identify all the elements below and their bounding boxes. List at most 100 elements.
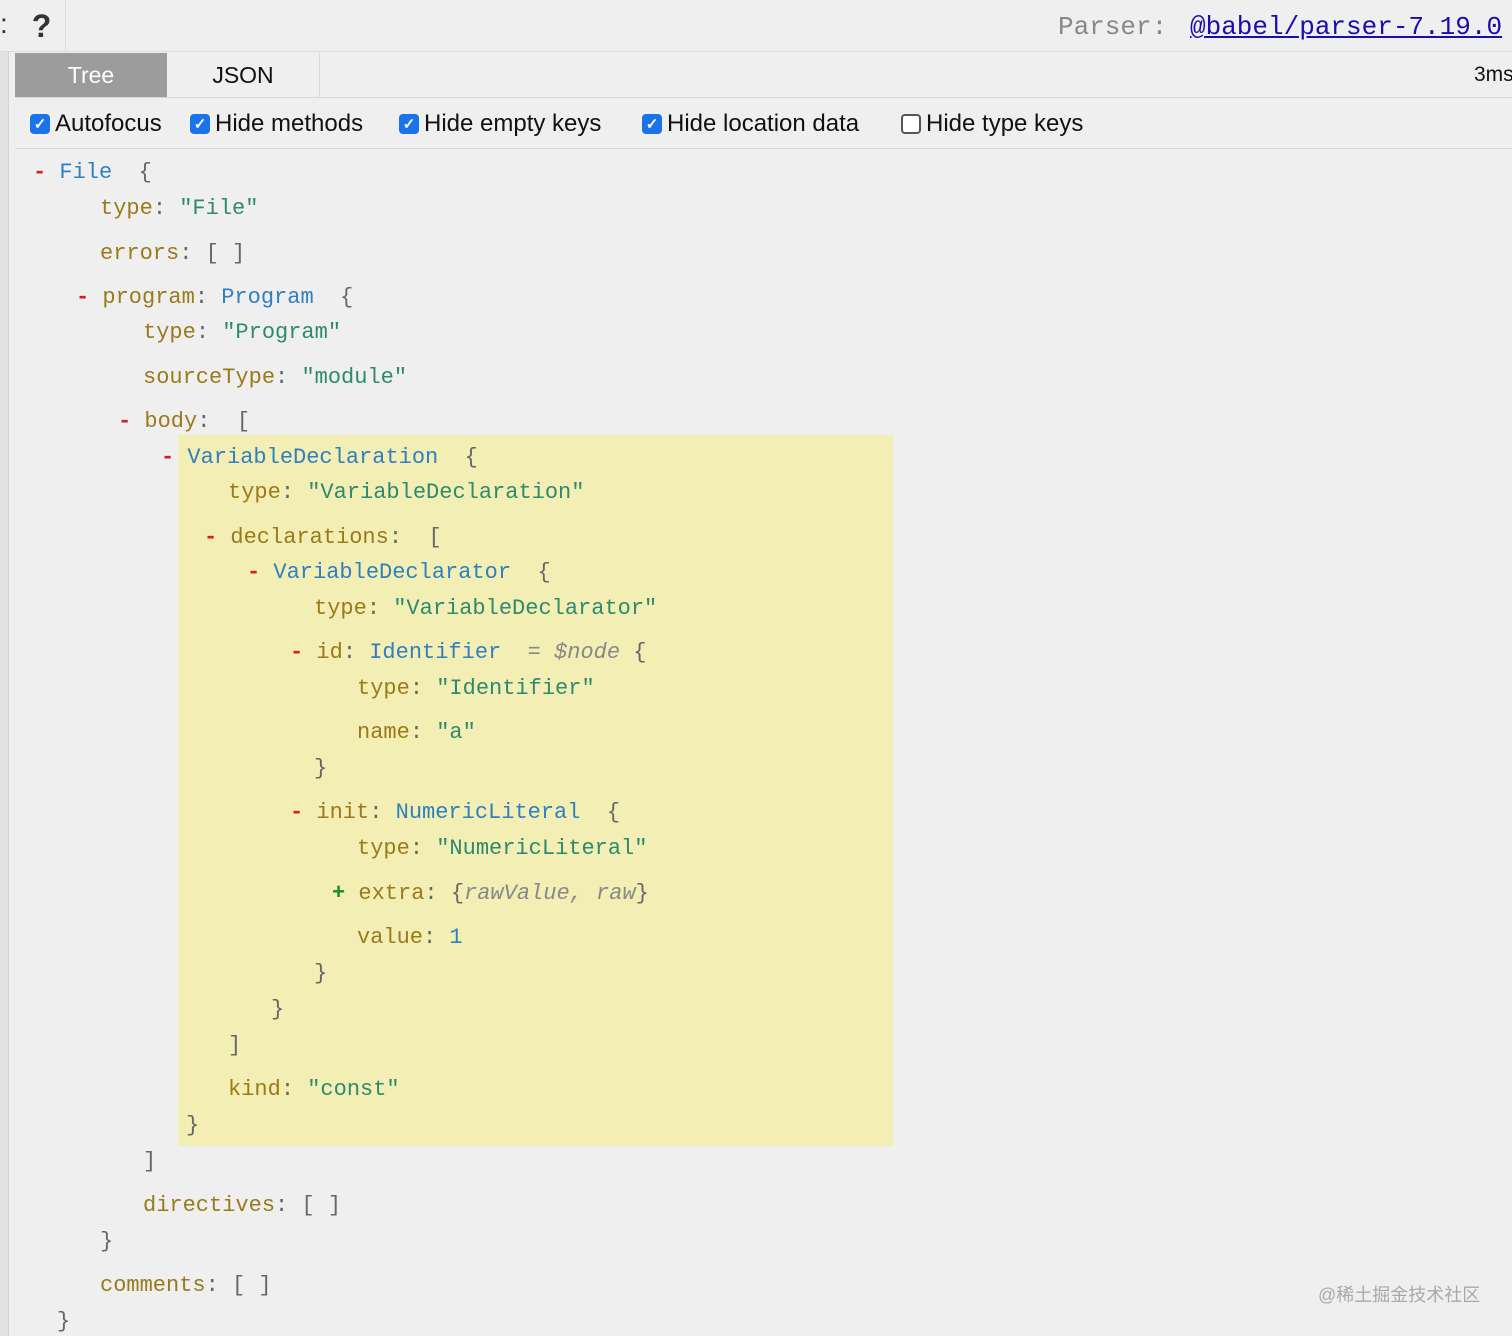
hide-empty-keys-checkbox[interactable]: ✓ [399,114,419,134]
prop-key: type [357,836,410,861]
prop-key: comments [100,1273,206,1298]
collapse-toggle[interactable]: - [290,800,316,825]
close-brace: } [186,1113,200,1138]
tree-prop-extra[interactable]: + extra: {rawValue, raw} [332,881,649,907]
tree-options: ✓ Autofocus ✓ Hide methods ✓ Hide empty … [15,99,1512,149]
parser-version-link[interactable]: @babel/parser-7.19.0 [1190,12,1502,42]
output-tabs: Tree JSON 3ms [15,53,1512,98]
prop-key: type [314,596,367,621]
hide-location-data-checkbox[interactable]: ✓ [642,114,662,134]
tree-prop-source-type[interactable]: sourceType: "module" [143,365,407,391]
prop-key: errors [100,241,180,266]
prop-key: type [228,480,281,505]
hide-type-keys-label: Hide type keys [926,110,1084,137]
prop-value: "File" [179,196,259,221]
tree-prop-errors[interactable]: errors: [ ] [100,241,245,267]
prop-key: sourceType [143,365,276,390]
option-hide-location-data[interactable]: ✓ Hide location data [642,110,860,137]
collapse-toggle[interactable]: - [247,560,273,585]
collapse-toggle[interactable]: - [76,285,102,310]
collapse-toggle[interactable]: - [118,409,144,434]
toolbar-edge-glyph: : [0,8,8,39]
prop-key: init [316,800,370,825]
node-type-name: NumericLiteral [395,800,581,825]
prop-value: "Program" [222,320,342,345]
prop-key: type [143,320,196,345]
prop-value: "const" [307,1077,400,1102]
tree-prop-type[interactable]: type: "File" [100,196,258,222]
prop-value: "module" [301,365,408,390]
tab-json[interactable]: JSON [167,53,320,97]
collapse-toggle[interactable]: - [290,640,316,665]
tree-prop-type[interactable]: type: "Identifier" [357,676,595,702]
node-type-name: VariableDeclarator [273,560,512,585]
prop-value: "a" [436,720,476,745]
tree-prop-directives[interactable]: directives: [ ] [143,1193,341,1219]
hide-methods-label: Hide methods [215,110,364,137]
prop-key: type [100,196,153,221]
prop-key: directives [143,1193,276,1218]
tree-prop-id[interactable]: - id: Identifier = $node { [290,640,646,666]
close-bracket: ] [228,1033,242,1058]
tree-node-variable-declaration[interactable]: - VariableDeclaration { [161,445,478,471]
prop-value: "VariableDeclaration" [307,480,585,505]
collapse-toggle[interactable]: - [161,445,187,470]
tree-node-file[interactable]: - File { [33,160,152,186]
autofocus-label: Autofocus [55,110,162,137]
close-brace: } [314,756,328,781]
prop-key: body [144,409,198,434]
node-ref: = $node [527,640,621,665]
tree-prop-type[interactable]: type: "VariableDeclaration" [228,480,584,506]
collapse-toggle[interactable]: - [204,525,230,550]
hide-type-keys-checkbox[interactable] [901,114,921,134]
tree-prop-program[interactable]: - program: Program { [76,285,353,311]
prop-key: program [102,285,195,310]
tree-prop-type[interactable]: type: "Program" [143,320,341,346]
prop-value: "Identifier" [436,676,595,701]
parser-label: Parser: [1058,12,1168,42]
option-hide-type-keys[interactable]: Hide type keys [901,110,1084,137]
node-type-name: Program [221,285,314,310]
close-brace: } [271,997,285,1022]
node-type-name: Identifier [369,640,502,665]
tree-prop-type[interactable]: type: "VariableDeclarator" [314,596,657,622]
parse-time: 3ms [1474,63,1512,86]
prop-key: name [357,720,410,745]
tree-prop-init[interactable]: - init: NumericLiteral { [290,800,620,826]
tree-prop-comments[interactable]: comments: [ ] [100,1273,272,1299]
prop-value: "NumericLiteral" [436,836,648,861]
tree-prop-declarations[interactable]: - declarations: [ [204,525,442,551]
watermark: @稀土掘金技术社区 [1318,1285,1481,1305]
prop-key: kind [228,1077,281,1102]
ast-tree: - File { type: "File" errors: [ ] - prog… [0,150,1512,1336]
tree-node-variable-declarator[interactable]: - VariableDeclarator { [247,560,551,586]
prop-key: id [316,640,343,665]
option-autofocus[interactable]: ✓ Autofocus [30,110,162,137]
hide-empty-keys-label: Hide empty keys [424,110,602,137]
toolbar: : ? Parser: @babel/parser-7.19.0 [0,0,1512,52]
tree-prop-kind[interactable]: kind: "const" [228,1077,400,1103]
prop-key: declarations [230,525,389,550]
node-type-name: VariableDeclaration [187,445,439,470]
node-type-name: File [59,160,113,185]
tree-prop-value[interactable]: value: 1 [357,925,463,951]
prop-value: 1 [449,925,463,950]
prop-key: value [357,925,424,950]
hide-methods-checkbox[interactable]: ✓ [190,114,210,134]
tab-tree[interactable]: Tree [15,53,167,97]
help-button[interactable]: ? [18,0,66,52]
tree-prop-type[interactable]: type: "NumericLiteral" [357,836,647,862]
option-hide-empty-keys[interactable]: ✓ Hide empty keys [399,110,602,137]
hide-location-data-label: Hide location data [667,110,860,137]
collapse-toggle[interactable]: - [33,160,59,185]
autofocus-checkbox[interactable]: ✓ [30,114,50,134]
tree-prop-name[interactable]: name: "a" [357,720,476,746]
option-hide-methods[interactable]: ✓ Hide methods [190,110,364,137]
extra-summary: rawValue, raw [464,881,636,906]
close-bracket: ] [143,1149,157,1174]
expand-toggle[interactable]: + [332,881,358,906]
close-brace: } [100,1229,114,1254]
tree-prop-body[interactable]: - body: [ [118,409,250,435]
close-brace: } [57,1309,71,1334]
close-brace: } [314,961,328,986]
